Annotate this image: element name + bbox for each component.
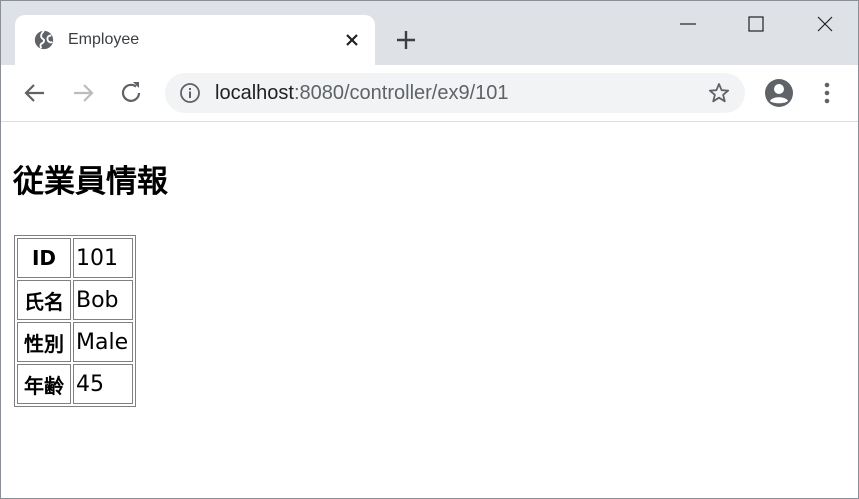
url-host: localhost (215, 82, 294, 104)
forward-icon[interactable] (68, 78, 98, 108)
page-content: 従業員情報 ID 101 氏名 Bob 性別 Male 年齢 45 (1, 122, 858, 498)
close-window-icon[interactable] (805, 7, 845, 43)
back-icon[interactable] (20, 78, 50, 108)
employee-table: ID 101 氏名 Bob 性別 Male 年齢 45 (14, 235, 136, 407)
table-row: 年齢 45 (17, 364, 133, 404)
page-heading: 従業員情報 (13, 164, 168, 200)
browser-tab[interactable]: Employee (15, 15, 375, 65)
address-bar[interactable]: localhost:8080/controller/ex9/101 (165, 73, 745, 113)
tab-strip: Employee (1, 1, 858, 65)
maximize-icon[interactable] (736, 7, 776, 43)
info-icon[interactable] (179, 82, 201, 104)
row-value: 45 (73, 364, 133, 404)
row-value: 101 (73, 238, 133, 278)
row-value: Bob (73, 280, 133, 320)
table-row: 性別 Male (17, 322, 133, 362)
row-value: Male (73, 322, 133, 362)
new-tab-icon[interactable] (393, 27, 419, 53)
minimize-icon[interactable] (668, 7, 708, 43)
table-row: 氏名 Bob (17, 280, 133, 320)
more-menu-icon[interactable] (813, 79, 841, 107)
browser-toolbar: localhost:8080/controller/ex9/101 (1, 65, 858, 122)
bookmark-star-icon[interactable] (707, 81, 731, 105)
url-path: :8080/controller/ex9/101 (293, 82, 509, 104)
row-label: 氏名 (17, 280, 71, 320)
tab-title: Employee (68, 31, 140, 48)
account-icon[interactable] (763, 77, 795, 109)
url-text[interactable]: localhost:8080/controller/ex9/101 (215, 82, 509, 105)
row-label: 年齢 (17, 364, 71, 404)
row-label: 性別 (17, 322, 71, 362)
table-row: ID 101 (17, 238, 133, 278)
reload-icon[interactable] (116, 78, 146, 108)
globe-icon (34, 30, 54, 50)
close-tab-icon[interactable] (339, 27, 365, 53)
row-label: ID (17, 238, 71, 278)
